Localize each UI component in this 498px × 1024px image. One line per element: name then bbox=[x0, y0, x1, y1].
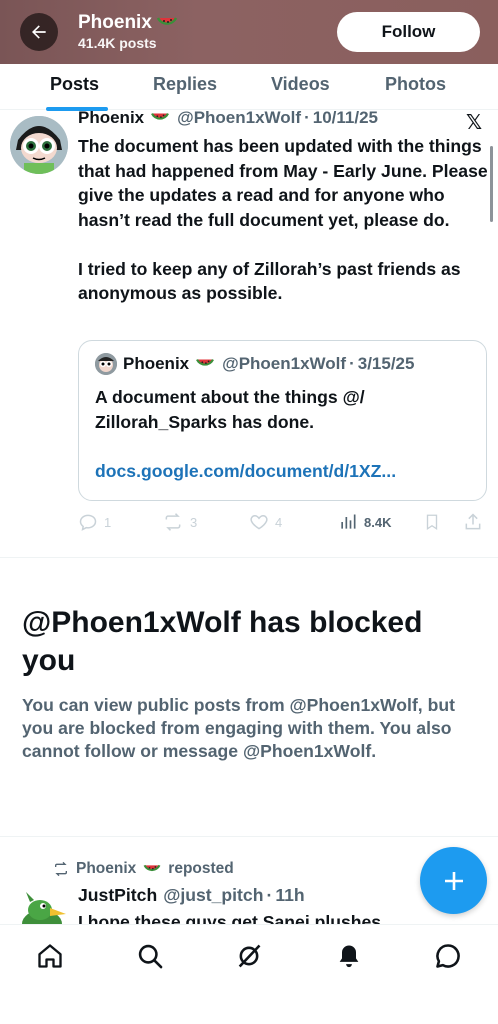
post-text: The document has been updated with the t… bbox=[78, 136, 488, 303]
author-name[interactable]: Phoenix bbox=[78, 110, 144, 128]
repost-indicator[interactable]: Phoenix reposted bbox=[52, 860, 234, 878]
views-count: 8.4K bbox=[364, 514, 392, 530]
compose-button[interactable] bbox=[420, 847, 487, 914]
plus-icon bbox=[444, 871, 463, 890]
post-date: 10/11/25 bbox=[312, 110, 378, 127]
messages-icon bbox=[436, 944, 460, 968]
share-icon bbox=[465, 513, 481, 530]
repost-button[interactable]: 3 bbox=[162, 512, 197, 532]
tab-photos[interactable]: Photos bbox=[385, 74, 446, 95]
profile-name: Phoenix bbox=[78, 12, 152, 33]
meta-separator: · bbox=[304, 110, 310, 127]
header-titles: Phoenix 41.4K posts bbox=[78, 12, 178, 52]
x-logo-icon: 𝕏 bbox=[466, 112, 483, 134]
arrow-left-icon bbox=[32, 25, 46, 39]
bookmark-button[interactable] bbox=[423, 512, 441, 532]
notifications-icon bbox=[339, 945, 359, 968]
author-name[interactable]: JustPitch bbox=[78, 885, 157, 906]
bookmark-icon bbox=[426, 514, 438, 531]
repost-label: reposted bbox=[168, 860, 234, 877]
avatar-image bbox=[95, 353, 117, 375]
watermelon-icon bbox=[156, 17, 178, 25]
nav-notifications[interactable] bbox=[334, 941, 364, 971]
reply-icon bbox=[79, 514, 97, 531]
nav-home[interactable] bbox=[35, 941, 65, 971]
blocked-notice: @Phoen1xWolf has blocked you You can vie… bbox=[22, 604, 482, 763]
blocked-body: You can view public posts from @Phoen1xW… bbox=[22, 695, 455, 761]
blocked-title: @Phoen1xWolf has blocked you bbox=[22, 606, 423, 677]
like-button[interactable]: 4 bbox=[249, 512, 282, 532]
nav-messages[interactable] bbox=[433, 941, 463, 971]
post-time: 11h bbox=[275, 885, 305, 905]
grok-icon bbox=[238, 944, 261, 968]
back-button[interactable] bbox=[20, 13, 58, 51]
nav-grok[interactable] bbox=[234, 941, 264, 971]
avatar[interactable] bbox=[10, 116, 68, 174]
post-count: 41.4K posts bbox=[78, 35, 157, 51]
avatar-image bbox=[10, 116, 68, 174]
author-handle[interactable]: @Phoen1xWolf bbox=[177, 110, 301, 128]
meta-separator: · bbox=[266, 885, 273, 905]
watermelon-icon bbox=[196, 358, 215, 366]
home-icon bbox=[38, 944, 62, 968]
share-button[interactable] bbox=[463, 512, 483, 532]
quote-author-handle: @Phoen1xWolf bbox=[222, 354, 347, 373]
views-button[interactable]: 8.4K bbox=[338, 512, 391, 532]
watermelon-icon bbox=[143, 864, 161, 871]
repost-icon bbox=[165, 513, 181, 531]
reposter-name: Phoenix bbox=[76, 860, 137, 877]
quote-link[interactable]: docs.google.com/document/d/1XZ... bbox=[95, 461, 396, 482]
pinned-post[interactable]: Phoenix @Phoen1xWolf · 10/11/25 𝕏 The do… bbox=[0, 110, 498, 558]
quote-date: 3/15/25 bbox=[357, 354, 415, 373]
quote-author-name: Phoenix bbox=[123, 354, 190, 373]
post-text: I hope these guys get Sanei plushes bbox=[78, 912, 382, 924]
author-handle[interactable]: @just_pitch bbox=[163, 885, 263, 906]
search-icon bbox=[138, 944, 163, 969]
bottom-navigation bbox=[0, 924, 498, 1024]
profile-tabs: Posts Replies Videos Photos bbox=[0, 64, 498, 111]
nav-search[interactable] bbox=[135, 941, 165, 971]
post-actions: 1 3 4 8.4K bbox=[78, 512, 490, 536]
quote-text: A document about the things @/ Zillorah_… bbox=[95, 387, 365, 432]
quote-header: Phoenix @Phoen1xWolf · 3/15/25 bbox=[95, 353, 414, 375]
scrollbar[interactable] bbox=[490, 146, 493, 222]
meta-separator: · bbox=[349, 354, 355, 373]
post-header: Phoenix @Phoen1xWolf · 10/11/25 bbox=[78, 110, 378, 128]
repost-icon bbox=[55, 861, 67, 877]
tab-posts[interactable]: Posts bbox=[50, 74, 99, 95]
tab-replies[interactable]: Replies bbox=[153, 74, 217, 95]
repost-count: 3 bbox=[190, 514, 198, 530]
quoted-post[interactable]: Phoenix @Phoen1xWolf · 3/15/25 A documen… bbox=[78, 340, 487, 501]
profile-header: Phoenix 41.4K posts Follow bbox=[0, 0, 498, 64]
divider bbox=[0, 836, 498, 837]
views-icon bbox=[341, 514, 356, 529]
follow-button[interactable]: Follow bbox=[337, 12, 480, 52]
heart-icon bbox=[250, 514, 268, 530]
watermelon-icon bbox=[151, 112, 170, 120]
quote-avatar bbox=[95, 353, 117, 375]
reply-button[interactable]: 1 bbox=[78, 512, 111, 532]
like-count: 4 bbox=[275, 514, 283, 530]
tab-videos[interactable]: Videos bbox=[271, 74, 330, 95]
post-header: JustPitch @just_pitch · 11h bbox=[78, 885, 305, 906]
reply-count: 1 bbox=[104, 514, 112, 530]
